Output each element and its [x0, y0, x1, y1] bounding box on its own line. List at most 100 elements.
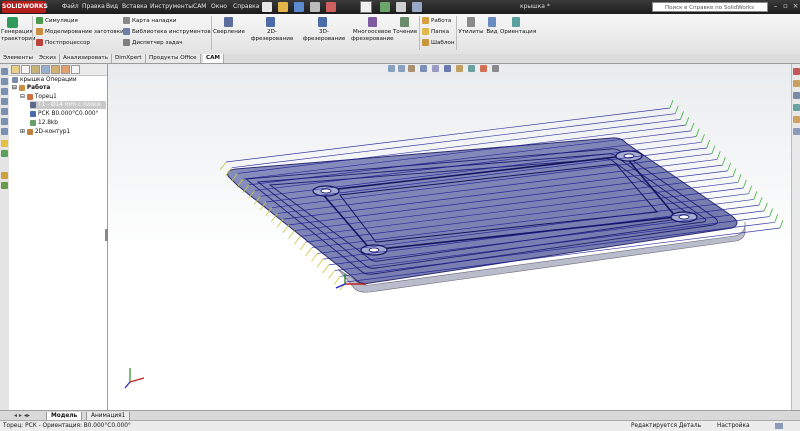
cam-operation-tree-icon[interactable]: [1, 128, 8, 135]
simulation-icon: [36, 17, 43, 24]
toolpath-lead-in: [322, 264, 330, 274]
generate-toolpath-button[interactable]: Генерация траектории: [1, 29, 36, 43]
view-button[interactable]: Вид: [484, 29, 500, 36]
tree-node-face[interactable]: ⊟ Торец1: [20, 93, 57, 101]
template-button[interactable]: Шаблон: [422, 39, 455, 47]
options-icon[interactable]: [412, 2, 422, 12]
status-bar: Торец: РСК - Ориентация: В0.000°С0.000° …: [0, 420, 800, 431]
tree-node-work[interactable]: ⊟ Работа: [12, 84, 50, 92]
toolpath-lead-out: [690, 122, 695, 131]
tab-cam[interactable]: CAM: [203, 54, 225, 63]
multiaxis-milling-button[interactable]: Многоосевое фрезерование: [351, 29, 394, 43]
search-input[interactable]: Поиск в Справке по SolidWorks: [652, 2, 768, 12]
model-canvas: [124, 99, 784, 389]
toolpath-lead-out: [706, 139, 711, 149]
pencil-icon[interactable]: [1, 140, 8, 147]
toolpath-lead-out: [727, 162, 731, 171]
menu-edit[interactable]: Правка: [82, 0, 105, 14]
menu-help[interactable]: Справка: [233, 0, 259, 14]
menu-window[interactable]: Окно: [211, 0, 227, 14]
design-library-icon[interactable]: [793, 80, 800, 87]
bulb-icon[interactable]: [1, 172, 8, 179]
restore-button[interactable]: ▫: [781, 1, 790, 12]
milling-2d-button[interactable]: 2D-фрезерование: [246, 29, 298, 43]
task-manager-button[interactable]: Диспетчер задач: [123, 39, 183, 47]
toolpath-lead-out: [769, 208, 773, 217]
custom-properties-icon[interactable]: [793, 128, 800, 135]
title-bar: SOLIDWORKS Файл Правка Вид Вставка Инстр…: [0, 0, 800, 14]
tab-office-products[interactable]: Продукты Office: [146, 54, 201, 63]
tab-sketch[interactable]: Эскиз: [36, 54, 60, 63]
filter-icon[interactable]: [71, 65, 80, 74]
config-manager-icon[interactable]: [1, 88, 8, 95]
tree-node-rsk[interactable]: РСК В0.000°С0.000°: [30, 110, 99, 118]
config-tab-icon[interactable]: [31, 65, 40, 74]
tree-toolbar: [9, 64, 107, 76]
property-manager-icon[interactable]: [1, 78, 8, 85]
generate-toolpath-icon[interactable]: [7, 17, 18, 28]
postprocessor-button[interactable]: Постпроцессор: [36, 39, 90, 47]
command-tabs: Элементы Эскиз Анализировать DimXpert Пр…: [0, 54, 800, 64]
tree-root-node[interactable]: крышка Операции: [12, 76, 77, 84]
open-folder-icon[interactable]: [278, 2, 288, 12]
tab-nav-arrows[interactable]: ◂ ▸ ◂▸: [14, 412, 44, 419]
cam-feature-tree-icon[interactable]: [1, 118, 8, 125]
select-pointer-icon[interactable]: [360, 1, 372, 13]
tree-node-size[interactable]: 12.8kb: [30, 119, 58, 127]
dim-xpert-icon[interactable]: [1, 98, 8, 105]
undo-icon[interactable]: [326, 2, 336, 12]
operation-tab-icon[interactable]: [51, 65, 60, 74]
tab-dimxpert[interactable]: DimXpert: [112, 54, 146, 63]
setup-sheet-button[interactable]: Карта наладки: [123, 17, 176, 25]
menu-insert[interactable]: Вставка: [122, 0, 147, 14]
toolpath-lead-out: [722, 157, 726, 166]
appearances-icon[interactable]: [793, 116, 800, 123]
tool-icon[interactable]: [1, 150, 8, 157]
new-doc-icon[interactable]: [262, 2, 272, 12]
display-manager-icon[interactable]: [1, 108, 8, 115]
file-properties-icon[interactable]: [396, 2, 406, 12]
dimxpert-tab-icon[interactable]: [41, 65, 50, 74]
milling-3d-button[interactable]: 3D-фрезерование: [298, 29, 350, 43]
simulation-button[interactable]: Симуляция: [36, 17, 78, 25]
rebuild-icon[interactable]: [380, 2, 390, 12]
toolpath-lead-out: [711, 145, 716, 154]
toolpath-lead-out: [680, 111, 684, 120]
save-icon[interactable]: [294, 2, 304, 12]
tab-features[interactable]: Элементы: [0, 54, 37, 63]
print-icon[interactable]: [310, 2, 320, 12]
toolpath-lead-in: [282, 224, 290, 234]
close-button[interactable]: ×: [791, 1, 800, 12]
stock-modeling-button[interactable]: Моделирование заготовки: [36, 28, 124, 36]
view-palette-icon[interactable]: [793, 104, 800, 111]
tab-evaluate[interactable]: Анализировать: [60, 54, 112, 63]
menu-cam[interactable]: CAM: [193, 0, 206, 14]
menu-tools[interactable]: Инструменты: [150, 0, 193, 14]
tool-node-icon: [30, 101, 36, 108]
file-explorer-icon[interactable]: [793, 92, 800, 99]
feature-tree-tab-icon[interactable]: [11, 65, 20, 74]
toolpath-lead-in: [311, 253, 318, 262]
settings-icon[interactable]: [1, 182, 8, 189]
menu-file[interactable]: Файл: [62, 0, 79, 14]
tree-node-contour[interactable]: ⊞ 2D-контур1: [20, 128, 70, 136]
tool-library-icon: [123, 28, 130, 35]
help-icon[interactable]: [775, 423, 783, 429]
graphics-viewport[interactable]: [108, 64, 800, 410]
folder-button[interactable]: Папка: [422, 28, 449, 36]
tool-library-button[interactable]: Библиотека инструментов: [123, 28, 211, 36]
utilities-button[interactable]: Утилиты: [458, 29, 484, 36]
drilling-button[interactable]: Сверление: [213, 29, 245, 36]
minimize-button[interactable]: –: [771, 1, 780, 12]
property-tab-icon[interactable]: [21, 65, 30, 74]
menu-view[interactable]: Вид: [106, 0, 118, 14]
solidworks-resources-icon[interactable]: [793, 68, 800, 75]
utilities-icon: [467, 17, 475, 27]
feature-manager-icon[interactable]: [1, 68, 8, 75]
turning-button[interactable]: Точение: [392, 29, 418, 36]
orientation-button[interactable]: Ориентация: [500, 29, 536, 36]
toolpath-data-icon: [30, 119, 36, 126]
tree-node-tool[interactable]: Т1 - Ø14 mm с плоск: [30, 101, 106, 109]
job-button[interactable]: Работа: [422, 17, 451, 25]
tools-tab-icon[interactable]: [61, 65, 70, 74]
